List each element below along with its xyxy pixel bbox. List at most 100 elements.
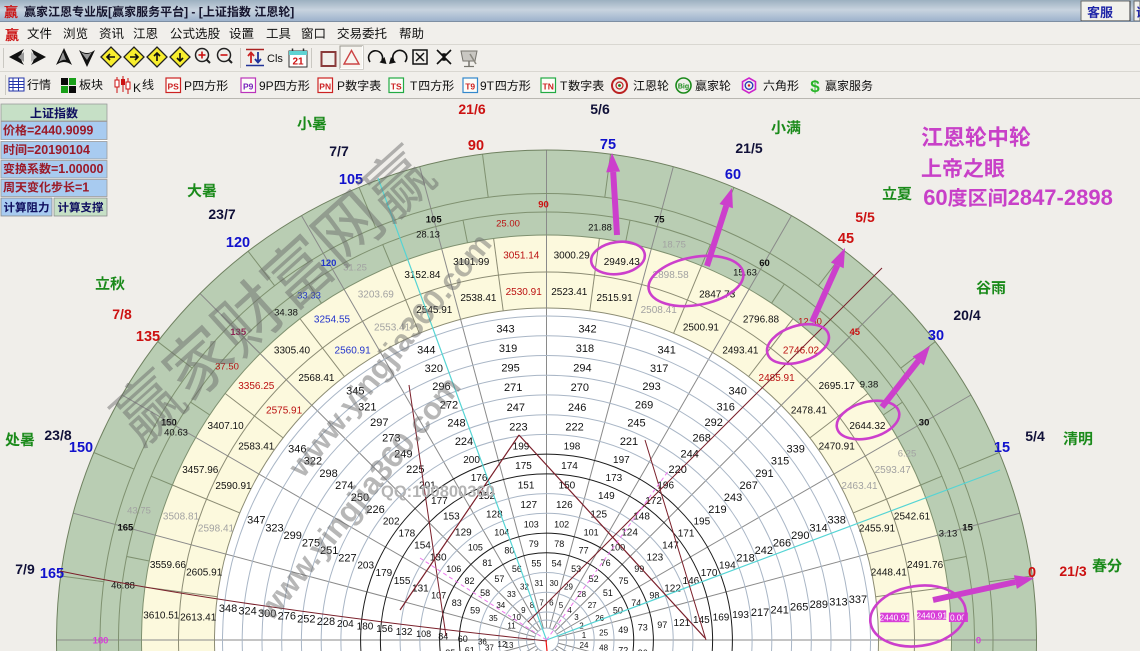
svg-text:T9: T9 [465,82,475,92]
svg-text:90: 90 [468,138,484,154]
svg-text:135: 135 [136,329,160,345]
svg-text:2448.41: 2448.41 [871,567,908,578]
svg-text:20/4: 20/4 [953,307,980,323]
svg-text:5/5: 5/5 [855,209,875,225]
svg-text:318: 318 [576,343,594,355]
svg-text:3610.51: 3610.51 [143,610,180,621]
svg-text:2440.91: 2440.91 [879,613,910,623]
svg-text:271: 271 [504,382,522,394]
svg-text:27: 27 [588,601,597,610]
svg-text:35: 35 [489,614,498,623]
svg-text:60: 60 [458,634,468,644]
svg-text:97: 97 [657,620,667,630]
svg-text:2530.91: 2530.91 [506,287,543,298]
svg-text:224: 224 [455,436,473,448]
svg-text:102: 102 [554,519,569,529]
svg-text:55: 55 [531,559,541,569]
svg-text:7/7: 7/7 [329,143,349,159]
svg-text:QQ:100800360: QQ:100800360 [381,483,495,501]
svg-text:P: P [337,79,345,93]
svg-text:3356.25: 3356.25 [238,381,275,392]
svg-text:2508.41: 2508.41 [641,305,678,316]
svg-text:73: 73 [638,623,648,633]
svg-text:21.88: 21.88 [588,223,612,234]
svg-text:2470.91: 2470.91 [819,442,856,453]
svg-text:246: 246 [568,402,586,414]
svg-text:TS: TS [391,82,402,92]
svg-text:2847-2898: 2847-2898 [1008,185,1113,210]
svg-text:79: 79 [529,539,539,549]
svg-text:180: 180 [357,622,374,633]
svg-text:344: 344 [417,345,435,357]
svg-text:241: 241 [771,604,789,616]
svg-text:11: 11 [507,621,516,630]
svg-text:126: 126 [556,500,573,511]
svg-text:313: 313 [829,597,847,609]
svg-text:107: 107 [431,591,446,601]
svg-text:77: 77 [579,546,589,556]
svg-text:9T: 9T [480,79,495,93]
svg-text:174: 174 [561,461,578,472]
svg-text:=1: =1 [75,181,89,195]
svg-text:21/6: 21/6 [458,101,485,117]
svg-text:5/4: 5/4 [1025,428,1045,444]
svg-text:295: 295 [501,363,519,375]
svg-text:347: 347 [247,515,265,527]
svg-text:83: 83 [452,598,462,608]
svg-text:2575.91: 2575.91 [266,405,303,416]
svg-text:PN: PN [319,82,331,92]
svg-text:30: 30 [919,418,930,429]
svg-text:319: 319 [499,343,517,355]
svg-text:2493.41: 2493.41 [722,345,759,356]
svg-text:1: 1 [582,631,587,640]
svg-text:7/9: 7/9 [15,561,35,577]
svg-text:18.75: 18.75 [662,240,686,251]
svg-text:72: 72 [618,645,628,651]
svg-text:]: ] [290,5,294,19]
svg-text:3508.81: 3508.81 [163,511,200,522]
svg-text:2605.91: 2605.91 [186,567,223,578]
svg-text:294: 294 [573,363,591,375]
svg-text:222: 222 [565,421,583,433]
svg-text:198: 198 [564,442,581,453]
svg-text:120: 120 [226,235,250,251]
svg-text:245: 245 [627,418,645,430]
svg-text:297: 297 [370,417,388,429]
svg-text:90: 90 [538,200,549,211]
svg-text:2695.17: 2695.17 [819,381,856,392]
svg-text:150: 150 [559,481,576,492]
svg-text:37: 37 [485,643,494,651]
svg-text:173: 173 [606,473,623,484]
svg-text:2440.91: 2440.91 [916,610,947,620]
svg-text:338: 338 [828,515,846,527]
svg-text:2515.91: 2515.91 [597,293,634,304]
svg-text:247: 247 [507,402,525,414]
svg-text:40.63: 40.63 [164,428,188,439]
svg-text:200: 200 [463,455,480,466]
svg-text:2949.43: 2949.43 [604,257,641,268]
svg-text:154: 154 [414,541,431,552]
svg-text:3407.10: 3407.10 [208,421,245,432]
svg-text:315: 315 [771,456,789,468]
svg-text:105: 105 [468,543,483,553]
svg-text:105: 105 [426,214,443,225]
svg-text:9.38: 9.38 [860,380,879,391]
svg-text:75: 75 [600,137,616,153]
svg-text:[: [ [108,5,112,19]
svg-text:132: 132 [396,627,413,638]
svg-text:24: 24 [580,641,589,650]
svg-text:269: 269 [635,399,653,411]
svg-text:314: 314 [809,522,827,534]
svg-text:170: 170 [701,568,718,579]
svg-text:21: 21 [292,57,304,68]
svg-text:2598.41: 2598.41 [198,523,235,534]
svg-text:165: 165 [117,523,134,534]
svg-text:101: 101 [584,527,599,537]
svg-text:193: 193 [732,610,749,621]
svg-text:165: 165 [40,566,64,582]
svg-text:T: T [410,79,418,93]
svg-text:289: 289 [810,599,828,611]
svg-text:33: 33 [507,590,516,599]
svg-text:123: 123 [646,553,663,564]
svg-text:2613.41: 2613.41 [180,613,217,624]
